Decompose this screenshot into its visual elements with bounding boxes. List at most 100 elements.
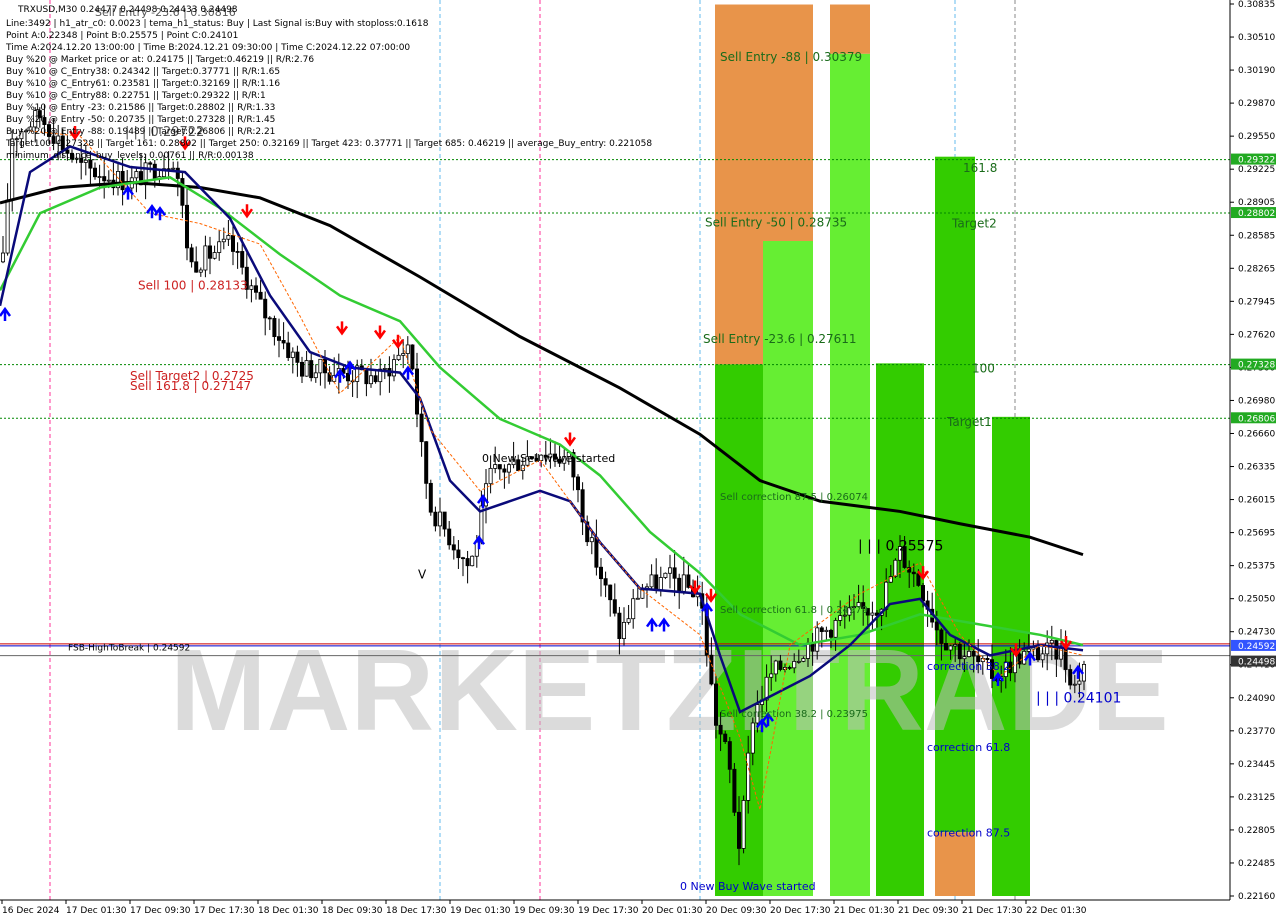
candle-body [364,369,369,385]
price-tick-label: 0.26660 [1238,429,1275,439]
price-chart[interactable]: MARKETZITRADE Sell Entry -23.6 | 0.30816… [0,0,1280,920]
sell-zone [763,4,813,242]
candle-body [313,372,318,379]
candle-body [893,559,898,577]
candle-body [433,511,438,527]
candle-body [442,511,447,530]
candle-body [953,644,958,647]
candle-body [249,285,254,290]
candle-body [686,574,691,588]
candle-body [769,673,774,678]
candle-body [746,752,751,801]
info-line: Buy %20 @ Entry -88: 0.19489 || Target:0… [6,127,275,137]
info-line: Point A:0.22348 | Point B:0.25575 | Poin… [6,31,238,41]
candle-body [608,584,613,601]
candle-body [617,612,622,639]
candle-body [497,464,502,470]
candle-body [663,572,668,578]
price-level-label: 0.26806 [1238,414,1275,424]
candle-body [1040,653,1045,661]
candle-body [750,722,755,754]
time-tick-label: 19 Dec 17:30 [578,906,639,916]
annotation-sell-correction-875: Sell correction 87.5 | 0.26074 [720,492,868,503]
candle-body [1017,653,1022,665]
candle-body [806,642,811,659]
candle-body [405,344,410,354]
candle-body [612,599,617,614]
candle-body [819,627,824,632]
candle-body [787,666,792,669]
candle-body [120,171,125,191]
candle-body [1077,680,1082,685]
annotation-lvl-1618: 161.8 [963,161,997,175]
candle-body [741,800,746,849]
annotation-sell-100: Sell 100 | 0.28133 [138,278,248,292]
price-level-label: 0.24592 [1238,642,1275,652]
time-tick-label: 22 Dec 01:30 [1026,906,1087,916]
candle-body [456,549,461,559]
time-tick-label: 16 Dec 2024 [2,906,60,916]
price-tick-label: 0.23125 [1238,793,1275,803]
candle-body [318,358,323,374]
price-tick-label: 0.24730 [1238,628,1275,638]
annotation-point-b: | | | 0.25575 [858,539,943,555]
candle-body [934,621,939,631]
candle-body [723,733,728,742]
candle-body [281,340,286,344]
candle-body [948,645,953,651]
price-level-label: 0.24498 [1238,658,1275,668]
price-tick-label: 0.29225 [1238,165,1275,175]
candle-body [373,375,378,383]
candle-body [870,612,875,616]
price-tick-label: 0.30190 [1238,66,1275,76]
time-tick-label: 20 Dec 01:30 [642,906,703,916]
candle-body [622,621,627,639]
candle-body [189,247,194,263]
price-level-label: 0.29322 [1238,156,1275,166]
price-tick-label: 0.22805 [1238,826,1275,836]
annotation-target2: Target2 [951,217,997,231]
candle-body [957,644,962,660]
price-tick-label: 0.29870 [1238,99,1275,109]
candle-body [419,413,424,443]
time-tick-label: 20 Dec 17:30 [770,906,831,916]
candle-body [658,577,663,591]
annotation-corr-382: correction 38.2 [927,660,1010,673]
candle-body [792,661,797,669]
info-line: Buy %10 @ Entry -23: 0.21586 || Target:0… [6,103,275,113]
candle-body [709,654,714,685]
candle-body [217,241,222,253]
price-tick-label: 0.23770 [1238,727,1275,737]
time-tick-label: 17 Dec 09:30 [130,906,191,916]
watermark-text: MARKETZITRADE [170,625,1169,755]
candle-body [299,361,304,377]
candle-body [106,179,111,182]
price-tick-label: 0.22485 [1238,859,1275,869]
candle-body [97,176,102,178]
info-line: minimum_distance_buy_levels: 0.00761 || … [6,151,254,161]
candle-body [824,629,829,632]
candle-body [230,235,235,252]
time-tick-label: 18 Dec 09:30 [322,906,383,916]
candle-body [962,656,967,660]
candle-body [194,261,199,273]
candle-body [921,585,926,602]
candle-body [971,650,976,657]
annotation-v-mark: V [418,567,427,581]
price-tick-label: 0.28265 [1238,264,1275,274]
candle-body [396,354,401,361]
candle-body [368,375,373,385]
candle-body [0,252,6,263]
annotation-corr-618: correction 61.8 [927,741,1010,754]
candle-body [488,467,493,485]
candle-body [916,573,921,586]
price-tick-label: 0.26335 [1238,463,1275,473]
price-tick-label: 0.22160 [1238,892,1275,902]
candle-body [939,629,944,644]
info-line: Buy %20 @ Entry -50: 0.20735 || Target:0… [6,115,275,125]
annotation-target1: Target1 [946,415,992,429]
candle-body [460,557,465,560]
candle-body [833,620,838,638]
candle-body [1068,669,1073,686]
annotation-sell-entry-50: Sell Entry -50 | 0.28735 [705,216,847,230]
